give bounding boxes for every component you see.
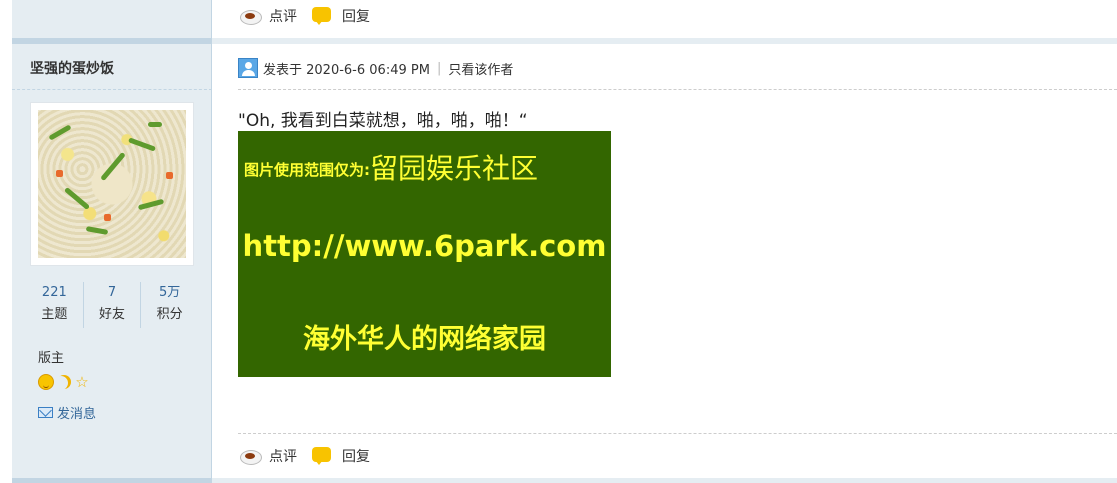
medal-list: ☆	[38, 374, 90, 390]
speech-bubble-icon	[311, 7, 333, 25]
banner-line-3: 海外华人的网络家园	[303, 324, 546, 355]
banner-line-1: 图片使用范围仅为:留园娱乐社区	[244, 152, 539, 185]
stat-topics[interactable]: 221 主题	[26, 282, 84, 328]
avatar[interactable]	[38, 110, 186, 258]
reply-button[interactable]: 回复	[311, 446, 370, 466]
prev-reply-button[interactable]: 回复	[311, 6, 370, 26]
post-separator-top	[212, 38, 1117, 44]
sidebar-separator-top	[12, 38, 212, 44]
prev-comment-button[interactable]: 点评	[238, 6, 297, 26]
stat-points[interactable]: 5万 积分	[141, 282, 198, 328]
smile-medal-icon	[38, 374, 54, 390]
envelope-icon	[38, 407, 53, 418]
sidebar-separator-bottom	[12, 478, 212, 483]
star-medal-icon: ☆	[75, 373, 89, 391]
watermark-banner-image: 图片使用范围仅为:留园娱乐社区 http://www.6park.com 海外华…	[238, 131, 611, 377]
coffee-cup-icon	[238, 446, 264, 466]
author-stats: 221 主题 7 好友 5万 积分	[26, 282, 198, 328]
speech-bubble-icon	[311, 447, 333, 465]
coffee-cup-icon	[238, 6, 264, 26]
user-group-label[interactable]: 版主	[38, 347, 64, 366]
post-meta: 发表于 2020-6-6 06:49 PM | 只看该作者	[238, 58, 513, 78]
post-body-text: "Oh, 我看到白菜就想，啪，啪，啪！“	[238, 111, 528, 131]
meta-pipe: |	[436, 60, 442, 76]
prev-post-actions: 点评 回复	[238, 6, 384, 26]
meta-divider	[238, 89, 1117, 90]
send-message-link[interactable]: 发消息	[38, 403, 96, 422]
moon-medal-icon	[56, 374, 72, 390]
post-timestamp: 发表于 2020-6-6 06:49 PM	[263, 62, 430, 78]
stat-friends[interactable]: 7 好友	[84, 282, 142, 328]
post-actions: 点评 回复	[238, 446, 384, 466]
online-user-icon	[238, 58, 258, 78]
author-name-link[interactable]: 坚强的蛋炒饭	[30, 58, 114, 78]
avatar-frame[interactable]	[30, 102, 194, 266]
author-divider	[12, 89, 212, 90]
post-separator-bottom	[212, 478, 1117, 483]
only-author-link[interactable]: 只看该作者	[448, 59, 513, 78]
page-left-gutter	[0, 0, 12, 483]
banner-line-2: http://www.6park.com	[242, 229, 607, 263]
post-footer-divider	[238, 433, 1117, 434]
comment-button[interactable]: 点评	[238, 446, 297, 466]
